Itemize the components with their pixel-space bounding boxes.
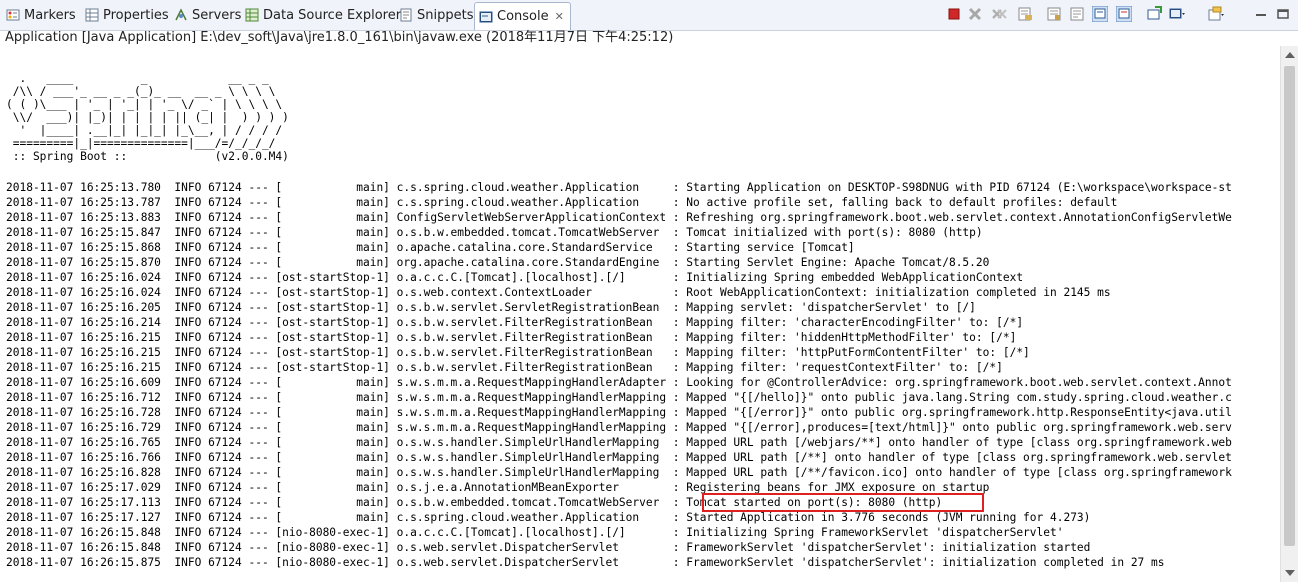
- vertical-scrollbar[interactable]: [1280, 46, 1298, 582]
- console-line: 2018-11-07 16:25:16.712 INFO 67124 --- […: [6, 391, 1232, 404]
- markers-icon: [6, 9, 20, 21]
- console-line: 2018-11-07 16:25:13.787 INFO 67124 --- […: [6, 196, 1118, 209]
- highlight-box: [702, 493, 984, 512]
- console-line: :: Spring Boot :: (v2.0.0.M4): [6, 150, 289, 163]
- tab-properties[interactable]: Properties: [85, 4, 169, 26]
- scrollbar-thumb[interactable]: [1284, 66, 1295, 546]
- data-source-icon: [245, 8, 259, 22]
- tab-label: Console: [497, 9, 549, 24]
- properties-icon: [85, 8, 99, 22]
- scroll-up-icon[interactable]: [1285, 52, 1295, 58]
- console-icon: [479, 11, 493, 22]
- word-wrap-icon[interactable]: [1069, 6, 1085, 22]
- console-line: 2018-11-07 16:25:13.883 INFO 67124 --- […: [6, 211, 1232, 224]
- console-line: 2018-11-07 16:25:16.024 INFO 67124 --- […: [6, 286, 1111, 299]
- display-selected-console-icon[interactable]: [1169, 6, 1185, 22]
- scroll-down-icon[interactable]: [1285, 570, 1295, 576]
- console-line: 2018-11-07 16:25:16.214 INFO 67124 --- […: [6, 316, 1024, 329]
- tab-servers[interactable]: Servers: [174, 4, 241, 26]
- snippets-icon: [400, 8, 412, 22]
- console-line: 2018-11-07 16:25:16.215 INFO 67124 --- […: [6, 331, 1017, 344]
- console-line: 2018-11-07 16:26:15.848 INFO 67124 --- […: [6, 541, 1091, 554]
- tab-snippets[interactable]: Snippets: [399, 4, 473, 26]
- minimize-icon[interactable]: [1253, 6, 1269, 22]
- console-description: Application [Java Application] E:\dev_so…: [5, 30, 674, 45]
- console-line: 2018-11-07 16:25:13.780 INFO 67124 --- […: [6, 181, 1232, 194]
- servers-icon: [175, 8, 187, 21]
- console-line: 2018-11-07 16:26:15.848 INFO 67124 --- […: [6, 526, 1064, 539]
- remove-all-terminated-icon[interactable]: [991, 6, 1007, 22]
- tab-console[interactable]: Console ✕: [474, 2, 571, 30]
- scroll-lock-icon[interactable]: [1046, 6, 1062, 22]
- show-console-on-output-icon[interactable]: [1092, 6, 1108, 22]
- console-line: 2018-11-07 16:25:16.766 INFO 67124 --- […: [6, 451, 1232, 464]
- clear-console-icon[interactable]: [1017, 6, 1033, 22]
- console-line: 2018-11-07 16:25:16.205 INFO 67124 --- […: [6, 301, 976, 314]
- tab-markers[interactable]: Markers: [6, 4, 76, 26]
- console-line: 2018-11-07 16:26:15.875 INFO 67124 --- […: [6, 556, 1165, 569]
- console-output[interactable]: . ____ _ __ _ _ /\\ / ___'_ __ _ _(_)_ _…: [0, 46, 1280, 582]
- show-console-on-error-icon[interactable]: [1116, 6, 1132, 22]
- console-line: 2018-11-07 16:25:16.215 INFO 67124 --- […: [6, 361, 1003, 374]
- console-line: 2018-11-07 16:25:16.765 INFO 67124 --- […: [6, 436, 1232, 449]
- console-line: 2018-11-07 16:25:16.215 INFO 67124 --- […: [6, 346, 1030, 359]
- console-line: 2018-11-07 16:25:16.728 INFO 67124 --- […: [6, 406, 1232, 419]
- console-line: 2018-11-07 16:25:17.127 INFO 67124 --- […: [6, 511, 1091, 524]
- console-line: 2018-11-07 16:25:15.870 INFO 67124 --- […: [6, 256, 990, 269]
- tab-label: Markers: [24, 7, 76, 23]
- terminate-icon[interactable]: [946, 6, 962, 22]
- console-line: 2018-11-07 16:25:15.847 INFO 67124 --- […: [6, 226, 983, 239]
- tab-label: Data Source Explorer: [263, 7, 402, 23]
- pin-console-icon[interactable]: [1146, 6, 1162, 22]
- tab-label: Properties: [103, 7, 169, 23]
- console-line: 2018-11-07 16:25:16.024 INFO 67124 --- […: [6, 271, 1024, 284]
- tab-data-source-explorer[interactable]: Data Source Explorer: [245, 4, 401, 26]
- maximize-icon[interactable]: [1275, 6, 1291, 22]
- console-line: 2018-11-07 16:25:16.729 INFO 67124 --- […: [6, 421, 1232, 434]
- close-tab-icon[interactable]: ✕: [555, 10, 564, 23]
- console-line: 2018-11-07 16:25:16.828 INFO 67124 --- […: [6, 466, 1232, 479]
- tab-label: Servers: [192, 7, 242, 23]
- view-tab-bar: Markers Properties Servers Data Source E…: [0, 0, 1298, 31]
- tab-label: Snippets: [417, 7, 474, 23]
- console-line: 2018-11-07 16:25:15.868 INFO 67124 --- […: [6, 241, 855, 254]
- remove-launch-icon[interactable]: [967, 6, 983, 22]
- open-console-icon[interactable]: [1208, 6, 1224, 22]
- console-line: 2018-11-07 16:25:16.609 INFO 67124 --- […: [6, 376, 1232, 389]
